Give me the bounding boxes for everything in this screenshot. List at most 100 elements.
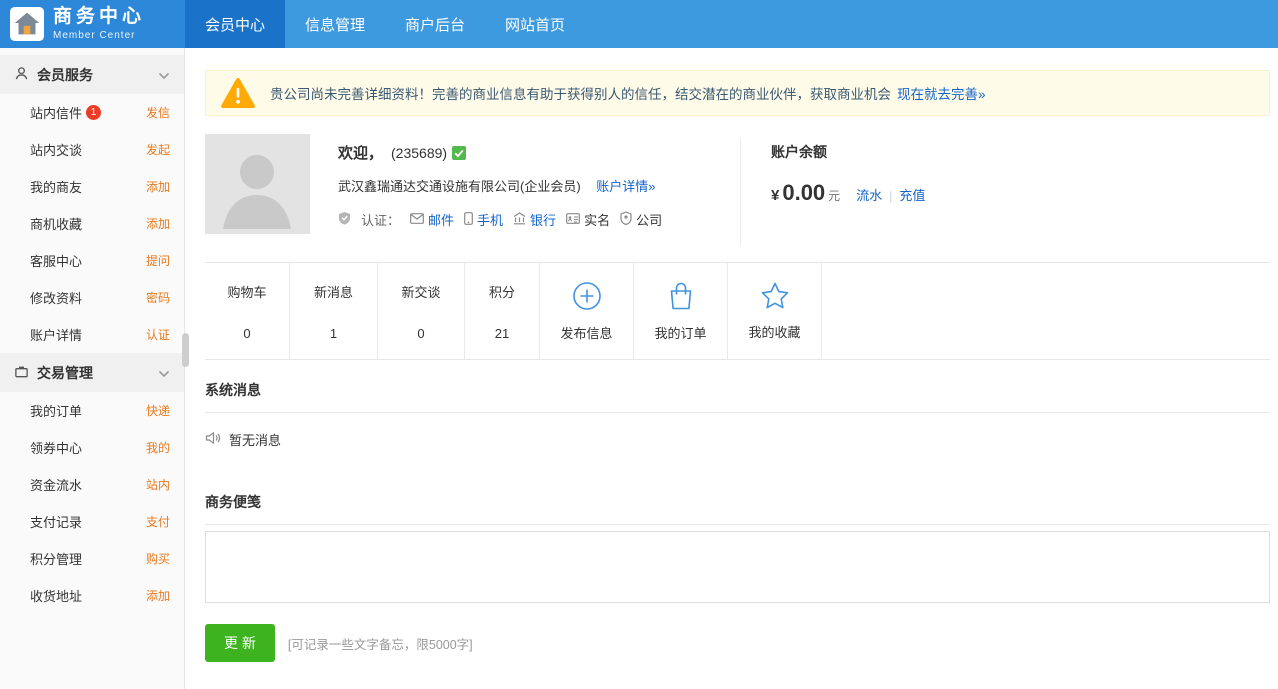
cert-mobile-link[interactable]: 手机	[477, 210, 503, 229]
profile-completion-banner: 贵公司尚未完善详细资料！完善的商业信息有助于获得别人的信任，结交潜在的商业伙伴，…	[205, 70, 1270, 116]
sidebar-item-label: 收货地址	[30, 586, 82, 605]
cert-mobile[interactable]: 手机	[464, 210, 503, 229]
sidebar-item-orders[interactable]: 我的订单 快递	[0, 392, 184, 429]
tab-site-home[interactable]: 网站首页	[485, 0, 585, 48]
action-label: 我的订单	[654, 323, 706, 342]
plus-circle-icon	[572, 281, 602, 314]
cert-email[interactable]: 邮件	[410, 210, 454, 229]
action-publish-info[interactable]: 发布信息	[540, 263, 634, 359]
company-line: 武汉鑫瑞通达交通设施有限公司(企业会员) 账户详情»	[338, 176, 740, 195]
bag-icon	[667, 281, 695, 314]
sidebar-item-action[interactable]: 添加	[146, 178, 170, 195]
complete-profile-link[interactable]: 现在就去完善»	[897, 83, 986, 103]
verified-check-icon	[452, 146, 466, 160]
cert-company[interactable]: 公司	[620, 210, 662, 229]
star-icon	[760, 281, 790, 313]
account-balance-panel: 账户余额 ¥ 0.00 元 流水 | 充值	[741, 134, 925, 206]
stat-value: 1	[330, 326, 337, 341]
sidebar-item-coupons[interactable]: 领券中心 我的	[0, 429, 184, 466]
sidebar-item-label: 客服中心	[30, 251, 82, 270]
sidebar-item-messages[interactable]: 站内信件 1 发信	[0, 94, 184, 131]
sidebar-scrollbar-thumb[interactable]	[182, 333, 189, 367]
stat-value: 0	[243, 326, 250, 341]
sidebar-item-action[interactable]: 添加	[146, 215, 170, 232]
sidebar-section-trade-management[interactable]: 交易管理	[0, 353, 184, 392]
envelope-icon	[410, 212, 424, 227]
balance-row: ¥ 0.00 元 流水 | 充值	[771, 180, 925, 206]
chevron-down-icon	[158, 67, 170, 83]
sidebar-item-action[interactable]: 认证	[146, 326, 170, 343]
home-logo-icon	[10, 7, 44, 41]
stats-row-filler	[822, 263, 1270, 359]
sidebar-item-edit-profile[interactable]: 修改资料 密码	[0, 279, 184, 316]
cert-realname-link[interactable]: 实名	[584, 210, 610, 229]
main-nav: 会员中心 信息管理 商户后台 网站首页	[185, 0, 585, 48]
sidebar-item-action[interactable]: 密码	[146, 289, 170, 306]
sidebar-item-account-details[interactable]: 账户详情 认证	[0, 316, 184, 353]
cert-realname[interactable]: 实名	[566, 210, 610, 229]
sidebar-item-action[interactable]: 支付	[146, 513, 170, 530]
stat-label: 积分	[489, 282, 515, 301]
empty-message-text: 暂无消息	[229, 430, 281, 449]
cert-bank-link[interactable]: 银行	[530, 210, 556, 229]
sidebar-item-label: 积分管理	[30, 549, 82, 568]
sidebar-item-label: 账户详情	[30, 325, 82, 344]
stat-value: 21	[495, 326, 509, 341]
sidebar-item-action[interactable]: 发起	[146, 141, 170, 158]
action-my-orders[interactable]: 我的订单	[634, 263, 728, 359]
sidebar-section-member-services[interactable]: 会员服务	[0, 55, 184, 94]
sidebar-item-chat[interactable]: 站内交谈 发起	[0, 131, 184, 168]
profile-section: 欢迎， (235689) 武汉鑫瑞通达交通设施有限公司(企业会员) 账户详情» …	[205, 134, 1270, 246]
user-icon	[14, 66, 29, 84]
sidebar-item-action[interactable]: 站内	[146, 476, 170, 493]
sidebar-item-action[interactable]: 快递	[146, 402, 170, 419]
briefcase-icon	[14, 364, 29, 382]
sidebar-item-action[interactable]: 提问	[146, 252, 170, 269]
balance-amount: 0.00	[782, 180, 825, 206]
action-my-favorites[interactable]: 我的收藏	[728, 263, 822, 359]
top-header: 商务中心 Member Center 会员中心 信息管理 商户后台 网站首页	[0, 0, 1278, 48]
balance-title: 账户余额	[771, 142, 925, 162]
stat-points[interactable]: 积分 21	[465, 263, 540, 359]
sidebar-item-points[interactable]: 积分管理 购买	[0, 540, 184, 577]
fund-flow-link[interactable]: 流水	[856, 185, 882, 204]
sidebar-item-customer-service[interactable]: 客服中心 提问	[0, 242, 184, 279]
profile-info: 欢迎， (235689) 武汉鑫瑞通达交通设施有限公司(企业会员) 账户详情» …	[338, 134, 740, 229]
stat-label: 新交谈	[401, 282, 440, 301]
recharge-link[interactable]: 充值	[899, 185, 925, 204]
stat-new-chats[interactable]: 新交谈 0	[378, 263, 465, 359]
banner-text: 贵公司尚未完善详细资料！完善的商业信息有助于获得别人的信任，结交潜在的商业伙伴，…	[270, 83, 891, 103]
tab-member-center[interactable]: 会员中心	[185, 0, 285, 48]
sidebar-item-favorites[interactable]: 商机收藏 添加	[0, 205, 184, 242]
sidebar-item-action[interactable]: 发信	[146, 104, 170, 121]
system-messages-title: 系统消息	[205, 380, 1270, 413]
sidebar-item-friends[interactable]: 我的商友 添加	[0, 168, 184, 205]
sidebar-item-action[interactable]: 我的	[146, 439, 170, 456]
sidebar-item-label: 商机收藏	[30, 214, 82, 233]
sidebar-item-action[interactable]: 添加	[146, 587, 170, 604]
action-label: 我的收藏	[748, 322, 800, 341]
tab-info-management[interactable]: 信息管理	[285, 0, 385, 48]
sidebar-item-action[interactable]: 购买	[146, 550, 170, 567]
shield-icon	[338, 211, 351, 228]
action-label: 发布信息	[560, 323, 612, 342]
cert-label: 认证：	[361, 210, 400, 229]
update-button[interactable]: 更 新	[205, 624, 275, 662]
idcard-icon	[566, 212, 580, 227]
business-notes-title: 商务便笺	[205, 492, 1270, 525]
sidebar-item-fund-flow[interactable]: 资金流水 站内	[0, 466, 184, 503]
tab-merchant-backend[interactable]: 商户后台	[385, 0, 485, 48]
sidebar-item-shipping-address[interactable]: 收货地址 添加	[0, 577, 184, 614]
stats-row: 购物车 0 新消息 1 新交谈 0 积分 21 发布信息 我的订单 我的收藏	[205, 262, 1270, 360]
main-content: 贵公司尚未完善详细资料！完善的商业信息有助于获得别人的信任，结交潜在的商业伙伴，…	[186, 70, 1278, 662]
cert-company-link[interactable]: 公司	[636, 210, 662, 229]
stat-new-messages[interactable]: 新消息 1	[290, 263, 378, 359]
notes-textarea[interactable]	[205, 531, 1270, 603]
sidebar: 会员服务 站内信件 1 发信 站内交谈 发起 我的商友 添加 商机收藏 添加 客…	[0, 48, 185, 689]
member-id: (235689)	[391, 145, 447, 161]
stat-cart[interactable]: 购物车 0	[205, 263, 290, 359]
sidebar-item-payment-records[interactable]: 支付记录 支付	[0, 503, 184, 540]
cert-bank[interactable]: 银行	[513, 210, 556, 229]
cert-email-link[interactable]: 邮件	[428, 210, 454, 229]
account-detail-link[interactable]: 账户详情»	[596, 179, 655, 194]
